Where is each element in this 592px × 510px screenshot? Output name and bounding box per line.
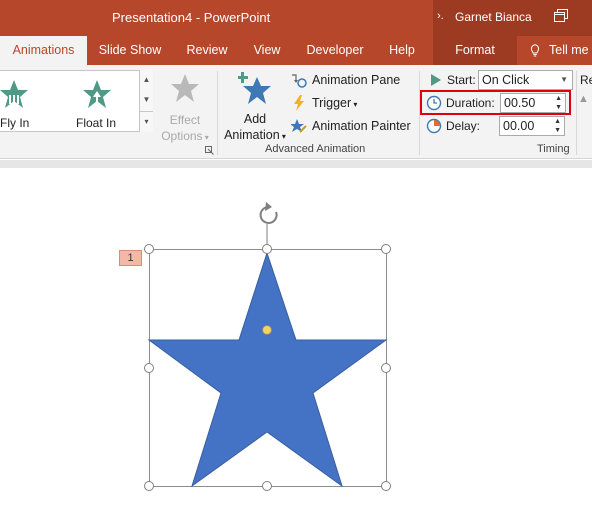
rotate-handle-icon[interactable] <box>259 202 278 249</box>
resize-handle-top[interactable] <box>262 244 272 254</box>
resize-handle-bottom[interactable] <box>262 481 272 491</box>
resize-handle-bottom-right[interactable] <box>381 481 391 491</box>
resize-handle-bottom-left[interactable] <box>144 481 154 491</box>
resize-handle-top-right[interactable] <box>381 244 391 254</box>
resize-handle-right[interactable] <box>381 363 391 373</box>
resize-handle-top-left[interactable] <box>144 244 154 254</box>
slide-shape-layer <box>144 202 391 491</box>
powerpoint-window: Presentation4 - PowerPoint ›. Garnet Bia… <box>0 0 592 510</box>
adjust-handle[interactable] <box>262 325 272 335</box>
resize-handle-left[interactable] <box>144 363 154 373</box>
star-shape[interactable] <box>147 251 388 488</box>
